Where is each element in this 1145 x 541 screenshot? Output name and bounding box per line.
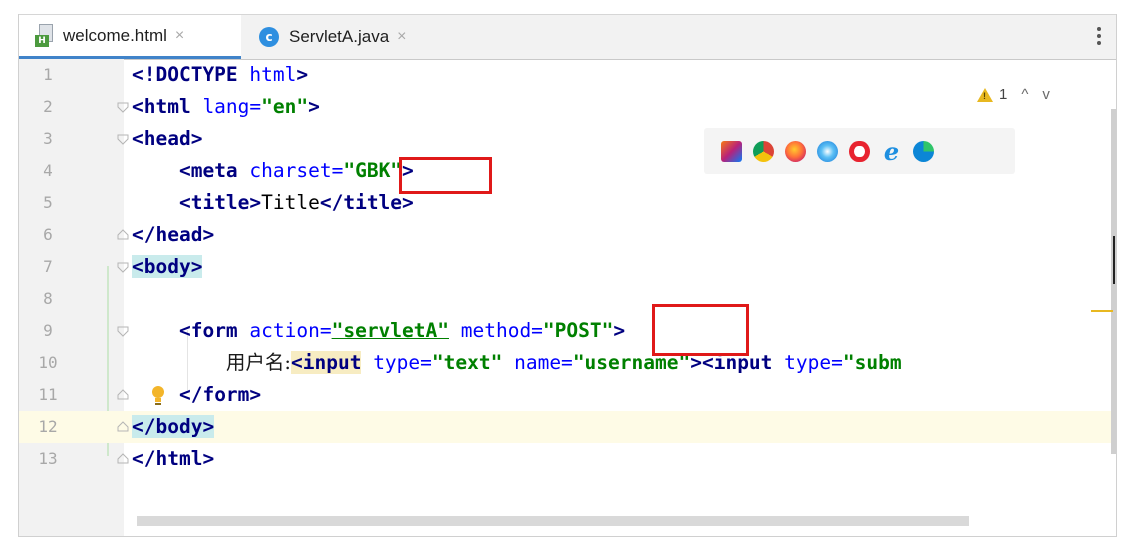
fold-icon[interactable] [117,261,129,273]
doctype-value: html [237,63,297,86]
attr-value: "text" [431,351,503,374]
code-line[interactable]: 9 <form action="servletA" method="POST"> [19,315,1116,347]
lightbulb-icon[interactable] [151,385,165,405]
line-number: 4 [43,161,53,180]
doctype-open: <!DOCTYPE [132,63,238,86]
code-line[interactable]: 1 <!DOCTYPE html> [19,59,1116,91]
fold-icon[interactable] [117,229,129,241]
annotation-box-method [652,304,749,356]
html-file-icon: H [35,23,57,48]
tag-close: > [308,95,320,118]
annotation-box-charset [399,157,492,194]
doctype-close: > [296,63,309,86]
inspection-widget[interactable]: ! 1 ^ v [977,86,1050,103]
head-tag: <head> [132,127,203,150]
browser-popup: e [704,128,1015,174]
warning-icon: ! [977,87,993,102]
code-line[interactable]: 8 [19,283,1116,315]
attr-name: lang= [190,95,262,118]
input-tag: <input [291,351,362,374]
close-tab-icon[interactable]: × [175,27,184,45]
code-line-current[interactable]: 12 </body> [19,411,1116,443]
attr-value: "GBK" [343,159,403,182]
tag-close: > [613,319,626,342]
form-close-tag: </form> [178,383,262,406]
attr-name: charset= [237,159,344,182]
tab-label: welcome.html [63,25,167,45]
line-number: 7 [43,257,53,276]
code-line[interactable]: 11 </form> [19,379,1116,411]
line-number: 8 [43,289,53,308]
line-number: 11 [38,385,58,404]
more-options-icon[interactable] [1096,27,1102,47]
fold-icon[interactable] [117,421,129,433]
code-line[interactable]: 6 </head> [19,219,1116,251]
tab-servleta-java[interactable]: c ServletA.java × [242,15,449,59]
line-number: 10 [38,353,58,372]
attr-name: action= [237,319,332,342]
text-cursor [1113,236,1115,284]
warning-stripe-marker[interactable] [1091,310,1113,312]
attr-value: "servletA" [331,319,449,342]
title-open-tag: <title> [178,191,262,214]
next-highlight-icon[interactable]: v [1042,86,1050,103]
editor-tab-bar: H welcome.html × c ServletA.java × [19,14,1116,60]
editor-window: H welcome.html × c ServletA.java × 1 <!D… [18,14,1117,537]
attr-value: "subm [842,351,902,374]
ie-icon[interactable]: e [881,139,902,163]
tab-welcome-html[interactable]: H welcome.html × [19,15,241,59]
code-line[interactable]: 2 <html lang="en"> [19,91,1116,123]
line-number: 6 [43,225,53,244]
line-number: 3 [43,129,53,148]
label-text: 用户名: [225,351,291,374]
attr-value: "en" [261,95,309,118]
line-number: 5 [43,193,53,212]
line-number: 12 [38,417,58,436]
title-text: Title [261,191,320,214]
body-tag: <body> [132,255,203,278]
line-number: 2 [43,97,53,116]
attr-name: method= [449,319,543,342]
previous-highlight-icon[interactable]: ^ [1021,86,1028,103]
form-tag: <form [178,319,238,342]
tab-label: ServletA.java [289,27,390,46]
horizontal-scrollbar[interactable] [137,516,969,526]
line-number: 9 [43,321,53,340]
fold-icon[interactable] [117,133,129,145]
body-close-tag: </body> [132,415,215,438]
code-line[interactable]: 5 <title>Title</title> [19,187,1116,219]
firefox-icon[interactable] [785,140,806,162]
opera-icon[interactable] [849,140,870,162]
line-number: 13 [38,449,58,468]
fold-icon[interactable] [117,453,129,465]
fold-icon[interactable] [117,101,129,113]
attr-value: "POST" [542,319,614,342]
line-number: 1 [43,65,53,84]
chrome-icon[interactable] [753,140,774,162]
html-tag: <html [132,95,191,118]
intellij-icon[interactable] [721,140,742,162]
fold-icon[interactable] [117,325,129,337]
html-close-tag: </html> [132,447,215,470]
code-line[interactable]: 7 <body> [19,251,1116,283]
edge-icon[interactable] [913,140,934,162]
meta-tag: <meta [178,159,238,182]
head-close-tag: </head> [132,223,215,246]
fold-icon[interactable] [117,389,129,401]
code-line[interactable]: 13 </html> [19,443,1116,475]
attr-name: type= [361,351,432,374]
safari-icon[interactable] [817,140,838,162]
warning-count: 1 [999,86,1008,103]
code-line[interactable]: 10 用户名:<input type="text" name="username… [19,347,1116,379]
java-class-icon: c [259,27,279,47]
title-close-tag: </title> [319,191,414,214]
close-tab-icon[interactable]: × [397,28,406,46]
attr-name: name= [502,351,573,374]
attr-name: type= [772,351,843,374]
